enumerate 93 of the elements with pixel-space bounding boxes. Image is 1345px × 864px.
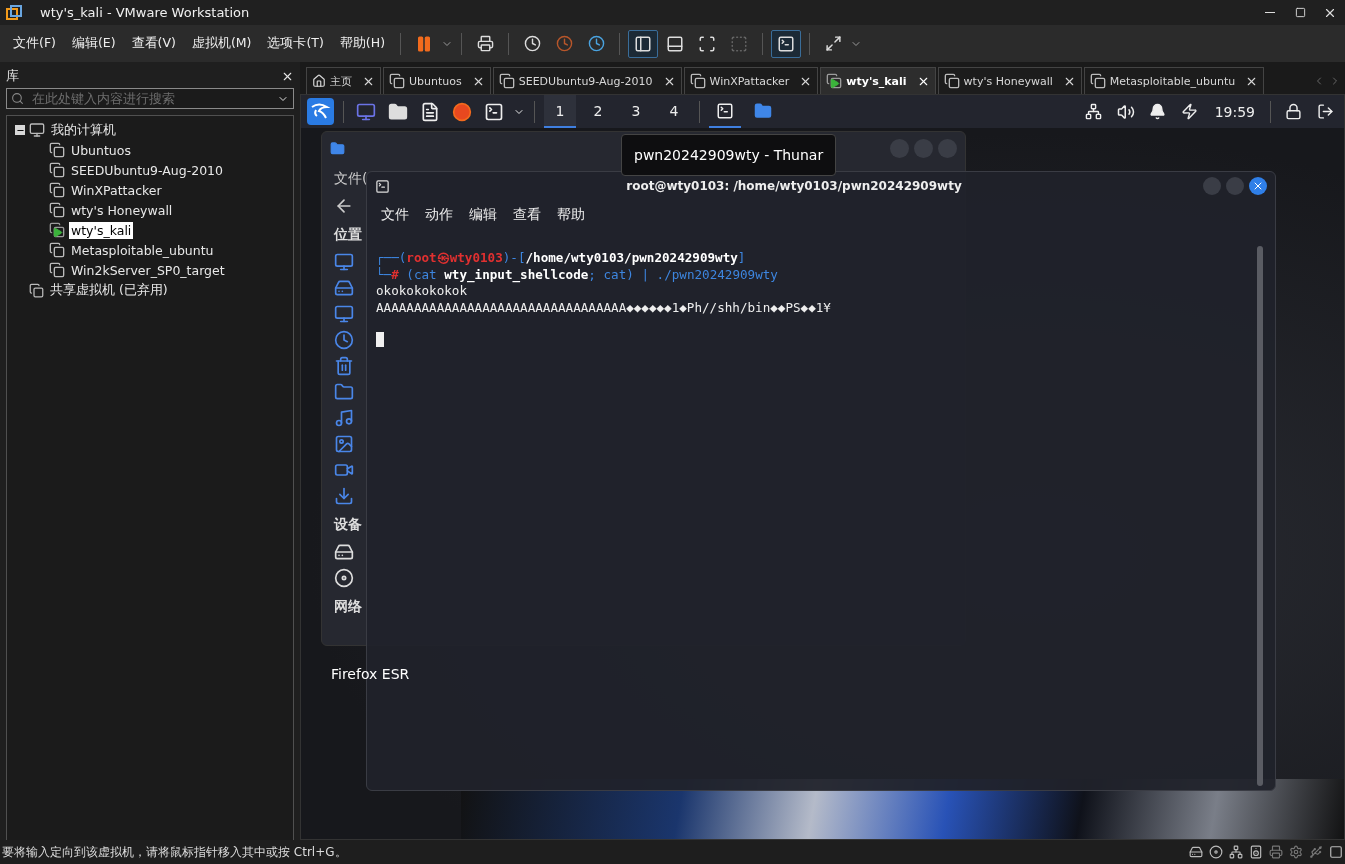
tree-item[interactable]: wty's_kali — [69, 221, 134, 239]
close-icon — [1252, 180, 1264, 192]
terminal-line: ┌──(root㉿wty0103)-[/home/wty0103/pwn20242909wty] — [376, 250, 747, 267]
vm-tab[interactable]: Ubuntuos — [383, 67, 491, 94]
drive-icon[interactable] — [334, 542, 354, 562]
home-icon — [312, 74, 326, 88]
place-icon[interactable] — [334, 408, 354, 428]
terminal-icon — [716, 101, 734, 120]
terminal-line: okokokokokok — [376, 283, 468, 300]
sidebar-heading: 设备 — [334, 516, 363, 534]
printer-icon — [476, 35, 494, 52]
vm-tab[interactable]: Metasploitable_ubuntu — [1083, 67, 1265, 94]
sidebar-heading: 位置 — [334, 226, 363, 244]
vm-tab[interactable]: SEEDUbuntu9-Aug-2010 — [492, 67, 682, 94]
app-logo-icon — [6, 4, 22, 21]
usb-icon[interactable] — [1309, 845, 1323, 859]
scrollbar[interactable] — [1257, 246, 1263, 786]
console-button[interactable] — [771, 29, 801, 58]
menu-item[interactable]: 查看 — [507, 204, 547, 226]
minimize-icon — [1265, 12, 1275, 13]
folder-icon — [330, 140, 345, 156]
terminal-icon — [375, 178, 390, 194]
tree-item[interactable]: Metasploitable_ubuntu — [69, 241, 216, 259]
desktop-icon-label[interactable]: Firefox ESR — [331, 666, 410, 682]
place-icon[interactable] — [334, 278, 354, 298]
clock-icon — [555, 35, 573, 52]
window-title: wty's_kali - VMware Workstation — [40, 5, 251, 20]
disc-icon[interactable] — [1209, 845, 1223, 859]
workspace-button[interactable]: 1 — [544, 95, 576, 128]
tree-item[interactable]: wty's Honeywall — [69, 201, 175, 219]
workspace-button[interactable]: 2 — [582, 95, 614, 128]
search-icon — [11, 92, 24, 105]
sidebar-heading: 网络 — [334, 598, 363, 616]
expand-icon — [824, 35, 842, 52]
menu-item[interactable]: 编辑(E) — [64, 31, 123, 56]
dashed-square-icon — [730, 34, 748, 53]
maximize-icon — [1294, 7, 1306, 18]
place-icon[interactable] — [334, 330, 354, 350]
workspace-button[interactable]: 4 — [658, 95, 690, 128]
menu-item[interactable]: 查看(V) — [124, 31, 183, 56]
panel-left-icon — [634, 34, 652, 53]
place-icon[interactable] — [334, 356, 354, 376]
search-input[interactable]: 在此处键入内容进行搜索 — [30, 90, 271, 107]
tree-item[interactable]: 共享虚拟机 (已弃用) — [48, 280, 170, 300]
sidebar-view-button[interactable] — [628, 29, 658, 58]
menu-item[interactable]: 帮助 — [551, 204, 591, 226]
terminal-icon — [777, 34, 795, 53]
menu-item[interactable]: 虚拟机(M) — [184, 31, 259, 56]
library-title: 库 — [6, 67, 19, 85]
pause-icon — [415, 34, 433, 53]
status-text: 要将输入定向到该虚拟机，请将鼠标指针移入其中或按 Ctrl+G。 — [2, 843, 348, 861]
clock-icon — [587, 35, 605, 52]
tree-item[interactable]: Ubuntuos — [69, 141, 133, 159]
menu-item[interactable]: 编辑 — [463, 204, 503, 226]
place-icon[interactable] — [334, 486, 354, 506]
place-icon[interactable] — [334, 252, 354, 272]
shared-vm-icon — [29, 282, 44, 298]
search-field[interactable]: 在此处键入内容进行搜索 — [6, 88, 294, 109]
terminal-line: AAAAAAAAAAAAAAAAAAAAAAAAAAAAAAAAA◆◆◆◆◆◆1◆Ph//shh/bin◆◆PS◆◆1¥ — [376, 299, 832, 316]
menu-item[interactable]: 选项卡(T) — [260, 31, 331, 56]
printer-icon[interactable] — [1269, 845, 1283, 859]
collapse-icon[interactable] — [15, 125, 25, 135]
tree-item[interactable]: WinXPattacker — [69, 181, 164, 199]
terminal-title: root@wty0103: /home/wty0103/pwn20242909wty — [625, 179, 963, 193]
network-icon[interactable] — [1229, 845, 1243, 859]
tree-item[interactable]: Win2kServer_SP0_target — [69, 261, 227, 279]
clock-icon — [523, 35, 541, 52]
menu-item[interactable]: 文件 — [375, 204, 415, 226]
clock[interactable]: 19:59 — [1214, 103, 1255, 120]
fullscreen-icon — [698, 34, 716, 53]
menu-item[interactable]: 文件(F) — [6, 31, 63, 56]
workspace-button[interactable]: 3 — [620, 95, 652, 128]
tooltip: pwn20242909wty - Thunar — [621, 134, 837, 176]
terminal-line: └─# (cat wty_input_shellcode; cat) | ./pwn20242909wty — [376, 266, 779, 283]
menu-item[interactable]: 动作 — [419, 204, 459, 226]
device-icon[interactable] — [1289, 845, 1303, 859]
computer-icon — [29, 122, 45, 138]
speaker-icon[interactable] — [1249, 845, 1263, 859]
vm-tab[interactable]: wty's Honeywall — [937, 67, 1082, 94]
menu-item[interactable]: 帮助(H) — [332, 31, 392, 56]
tree-item[interactable]: SEEDUbuntu9-Aug-2010 — [69, 161, 226, 179]
place-icon[interactable] — [334, 304, 354, 324]
place-icon[interactable] — [334, 434, 354, 454]
tree-item[interactable]: 我的计算机 — [49, 120, 118, 140]
panel-bottom-icon — [666, 34, 684, 53]
folder-icon — [754, 101, 772, 120]
dragon-logo-icon[interactable] — [307, 98, 334, 125]
vm-tab[interactable]: 主页 — [306, 67, 381, 94]
close-button[interactable] — [1249, 177, 1267, 195]
vm-tab[interactable]: WinXPattacker — [683, 67, 819, 94]
vm-tab[interactable]: wty's_kali — [820, 67, 936, 94]
place-icon[interactable] — [334, 382, 354, 402]
drive-icon[interactable] — [334, 568, 354, 588]
